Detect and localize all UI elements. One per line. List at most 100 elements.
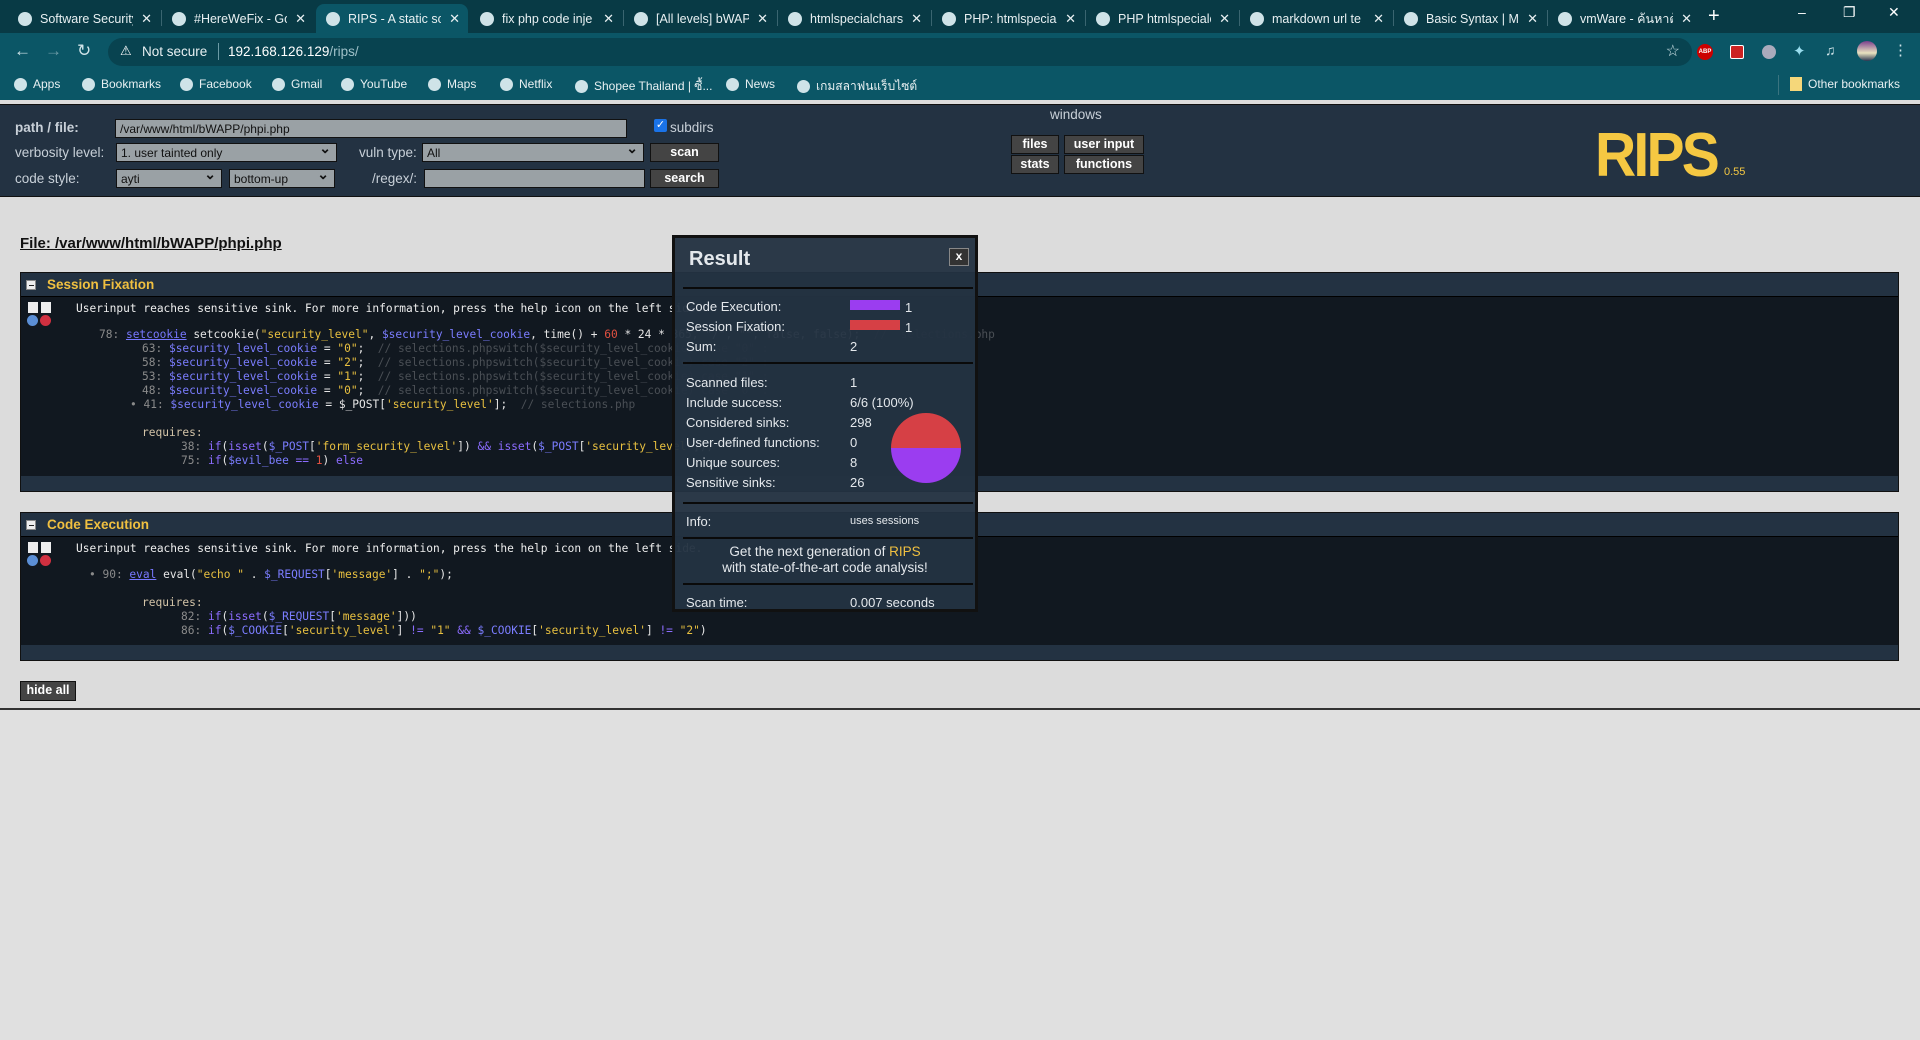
- divider: [683, 583, 973, 585]
- back-icon[interactable]: ←: [14, 41, 31, 61]
- close-tab-icon[interactable]: ✕: [757, 11, 768, 27]
- address-bar[interactable]: ⚠ Not secure 192.168.126.129/rips/ ☆: [108, 38, 1692, 66]
- reload-icon[interactable]: ↻: [77, 41, 91, 61]
- new-tab-button[interactable]: +: [1708, 5, 1720, 28]
- stats-button[interactable]: stats: [1011, 155, 1059, 174]
- tab[interactable]: vmWare - ค้นหาด้ ✕: [1548, 4, 1700, 33]
- close-tab-icon[interactable]: ✕: [911, 11, 922, 27]
- tab[interactable]: markdown url te ✕: [1240, 4, 1392, 33]
- code-token: (: [261, 610, 269, 623]
- vuln-type-select[interactable]: All: [422, 140, 644, 162]
- bookmark-item[interactable]: เกมสลาฟนแร็บไซต์: [797, 77, 917, 96]
- code-token: 58:: [142, 356, 169, 369]
- rips-logo: RIPS: [1595, 121, 1720, 190]
- bookmark-item[interactable]: Shopee Thailand | ซื้...: [575, 77, 712, 96]
- regex-input[interactable]: [424, 169, 645, 188]
- adblock-icon[interactable]: ABP: [1697, 44, 1713, 60]
- help-icon[interactable]: [27, 555, 38, 566]
- tab[interactable]: RIPS - A static so ✕: [316, 4, 468, 33]
- tab[interactable]: PHP: htmlspecial ✕: [932, 4, 1084, 33]
- close-tab-icon[interactable]: ✕: [449, 11, 460, 27]
- verbosity-select[interactable]: 1. user tainted only: [116, 140, 337, 162]
- code-token: $evil_bee: [228, 454, 289, 467]
- close-tab-icon[interactable]: ✕: [1527, 11, 1538, 27]
- stat-label: Considered sinks:: [686, 415, 790, 430]
- promo-text[interactable]: Get the next generation of RIPS with sta…: [675, 544, 975, 576]
- tab[interactable]: fix php code inje ✕: [470, 4, 622, 33]
- subdirs-checkbox[interactable]: ✓: [654, 119, 667, 132]
- code-token: ;: [357, 356, 378, 369]
- tab[interactable]: Software Security ✕: [8, 4, 160, 33]
- file-link[interactable]: File: /var/www/html/bWAPP/phpi.php: [20, 235, 282, 252]
- target-icon[interactable]: [40, 315, 51, 326]
- bookmark-item[interactable]: YouTube: [341, 77, 407, 91]
- functions-button[interactable]: functions: [1064, 155, 1144, 174]
- tab[interactable]: [All levels] bWAP ✕: [624, 4, 776, 33]
- markdown-icon: [1404, 11, 1418, 26]
- collapse-icon[interactable]: [26, 520, 36, 530]
- collapse-icon[interactable]: [26, 280, 36, 290]
- restore-button[interactable]: ❐: [1843, 4, 1856, 21]
- bookmark-item[interactable]: Apps: [14, 77, 60, 91]
- close-tab-icon[interactable]: ✕: [295, 11, 306, 27]
- close-tab-icon[interactable]: ✕: [1065, 11, 1076, 27]
- close-tab-icon[interactable]: ✕: [603, 11, 614, 27]
- bookmark-label: Bookmarks: [101, 77, 162, 91]
- collapse-icon[interactable]: [41, 302, 51, 313]
- code-token: // selections.php: [520, 398, 636, 411]
- scan-button[interactable]: scan: [650, 143, 719, 162]
- security-status: Not secure: [142, 44, 208, 59]
- bookmark-star-icon[interactable]: ☆: [1666, 41, 1680, 61]
- news-icon: [726, 77, 739, 91]
- code-token: 1: [315, 454, 323, 467]
- other-bookmarks[interactable]: Other bookmarks: [1790, 77, 1900, 91]
- tab[interactable]: htmlspecialchars ✕: [778, 4, 930, 33]
- close-window-button[interactable]: ✕: [1888, 4, 1900, 21]
- sink-link[interactable]: setcookie: [126, 328, 187, 341]
- collapse-icon[interactable]: [41, 542, 51, 553]
- tab[interactable]: PHP htmlspecialc ✕: [1086, 4, 1238, 33]
- code-style-select[interactable]: ayti: [116, 166, 222, 188]
- puzzle-icon[interactable]: ✦: [1793, 42, 1806, 60]
- shopee-icon: [575, 80, 588, 93]
- hide-all-button[interactable]: hide all: [20, 681, 76, 701]
- verbosity-label: verbosity level:: [15, 145, 105, 160]
- avatar[interactable]: [1857, 41, 1877, 61]
- close-tab-icon[interactable]: ✕: [1681, 11, 1692, 27]
- menu-icon[interactable]: ⋮: [1893, 41, 1908, 59]
- bookmark-item[interactable]: News: [726, 77, 775, 91]
- divider: [623, 10, 624, 26]
- help-icon[interactable]: [27, 315, 38, 326]
- close-tab-icon[interactable]: ✕: [1219, 11, 1230, 27]
- code-token: !=: [410, 624, 424, 637]
- sink-link[interactable]: eval: [129, 568, 156, 581]
- bookmark-item[interactable]: Facebook: [180, 77, 252, 91]
- media-icon[interactable]: ♫: [1825, 42, 1836, 58]
- file-icon[interactable]: [28, 542, 38, 553]
- url[interactable]: 192.168.126.129/rips/: [228, 44, 359, 59]
- extension-icon[interactable]: [1730, 45, 1744, 59]
- bookmark-item[interactable]: Maps: [428, 77, 476, 91]
- close-tab-icon[interactable]: ✕: [1373, 11, 1384, 27]
- w3schools-icon: [1096, 11, 1110, 26]
- minimize-button[interactable]: –: [1798, 4, 1806, 20]
- tab[interactable]: #HereWeFix - Go ✕: [162, 4, 314, 33]
- code-token: "2": [337, 356, 358, 369]
- path-input[interactable]: /var/www/html/bWAPP/phpi.php: [115, 119, 627, 138]
- bookmark-item[interactable]: Netflix: [500, 77, 552, 91]
- file-icon[interactable]: [28, 302, 38, 313]
- tab[interactable]: Basic Syntax | Ma ✕: [1394, 4, 1546, 33]
- files-button[interactable]: files: [1011, 135, 1059, 154]
- bookmark-item[interactable]: Gmail: [272, 77, 322, 91]
- user-input-button[interactable]: user input: [1064, 135, 1144, 154]
- close-tab-icon[interactable]: ✕: [141, 11, 152, 27]
- search-button[interactable]: search: [650, 169, 719, 188]
- close-button[interactable]: x: [949, 248, 969, 266]
- order-select[interactable]: bottom-up: [229, 166, 335, 188]
- target-icon[interactable]: [40, 555, 51, 566]
- stat-value: 8: [850, 455, 858, 470]
- bookmark-item[interactable]: Bookmarks: [82, 77, 161, 91]
- code-token: ): [322, 454, 336, 467]
- globe-extension-icon[interactable]: [1762, 45, 1776, 59]
- forward-icon[interactable]: →: [45, 41, 62, 61]
